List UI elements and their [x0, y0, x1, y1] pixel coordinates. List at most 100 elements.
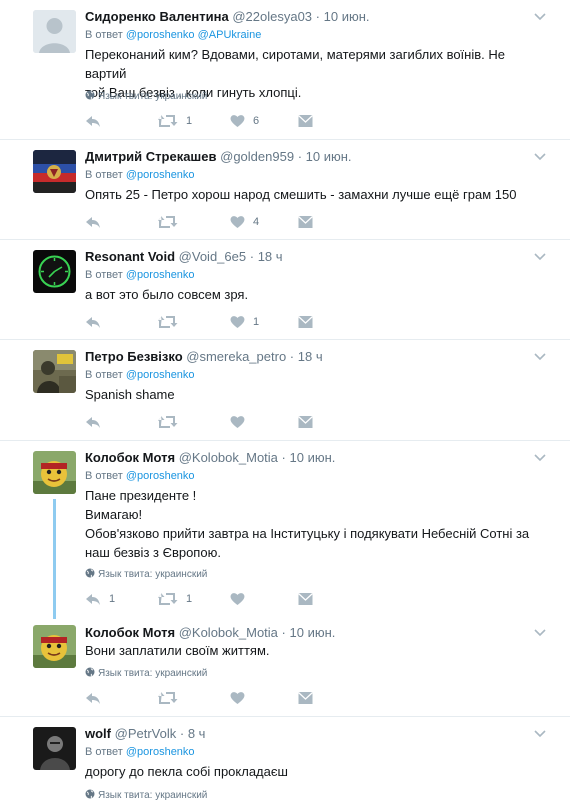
author-name[interactable]: Сидоренко Валентина	[85, 9, 229, 24]
author-name[interactable]: Колобок Мотя	[85, 625, 175, 640]
tweet-timestamp[interactable]: 8 ч	[188, 726, 206, 741]
retweet-button[interactable]	[158, 312, 186, 332]
reply-button[interactable]: 1	[85, 589, 115, 609]
tweet-actions: 1 6	[85, 111, 385, 131]
avatar[interactable]	[33, 150, 76, 193]
direct-message-button[interactable]	[298, 111, 313, 131]
tweet-header: Сидоренко Валентина @22olesya03 · 10 июн…	[85, 9, 370, 24]
mention-link[interactable]: @poroshenko	[126, 369, 195, 381]
tweet-header: Петро Безвізко @smereka_petro · 18 ч	[85, 349, 323, 364]
author-handle[interactable]: @22olesya03	[232, 9, 312, 24]
like-button[interactable]	[230, 412, 253, 432]
tweet-timestamp[interactable]: 10 июн.	[290, 625, 336, 640]
tweet[interactable]: Колобок Мотя @Kolobok_Motia · 10 июн. Во…	[0, 615, 570, 717]
tweet-text-line: Spanish shame	[85, 387, 175, 402]
chevron-down-icon[interactable]	[534, 730, 546, 738]
chevron-down-icon[interactable]	[534, 13, 546, 21]
author-handle[interactable]: @Kolobok_Motia	[179, 450, 278, 465]
author-name[interactable]: Resonant Void	[85, 249, 175, 264]
tweet[interactable]: Resonant Void @Void_6e5 · 18 ч В ответ @…	[0, 240, 570, 340]
reply-button[interactable]	[85, 688, 101, 708]
avatar[interactable]	[33, 727, 76, 770]
tweet[interactable]: Колобок Мотя @Kolobok_Motia · 10 июн. В …	[0, 441, 570, 619]
tweet-text: а вот это было совсем зря.	[85, 285, 535, 304]
direct-message-button[interactable]	[298, 589, 313, 609]
tweet-text: дорогу до пекла собі прокладаєш	[85, 762, 535, 781]
tweet[interactable]: Сидоренко Валентина @22olesya03 · 10 июн…	[0, 0, 570, 140]
chevron-down-icon[interactable]	[534, 353, 546, 361]
mention-link[interactable]: @poroshenko	[126, 29, 195, 41]
direct-message-button[interactable]	[298, 688, 313, 708]
tweet-text: Вони заплатили своїм життям.	[85, 641, 535, 660]
tweet[interactable]: wolf @PetrVolk · 8 ч В ответ @poroshenko…	[0, 717, 570, 805]
tweet[interactable]: Дмитрий Стрекашев @golden959 · 10 июн. В…	[0, 140, 570, 240]
author-name[interactable]: wolf	[85, 726, 111, 741]
retweet-icon	[158, 692, 178, 704]
chevron-down-icon[interactable]	[534, 629, 546, 637]
mention-link[interactable]: @poroshenko	[126, 470, 195, 482]
chevron-down-icon[interactable]	[534, 153, 546, 161]
like-button[interactable]: 4	[230, 212, 259, 232]
reply-prefix: В ответ	[85, 269, 123, 281]
avatar[interactable]	[33, 625, 76, 668]
direct-message-button[interactable]	[298, 312, 313, 332]
reply-icon	[86, 116, 100, 127]
direct-message-icon	[298, 416, 313, 428]
tweet-actions	[85, 688, 385, 708]
like-button[interactable]: 1	[230, 312, 259, 332]
chevron-down-icon[interactable]	[534, 454, 546, 462]
avatar[interactable]	[33, 250, 76, 293]
mention-link[interactable]: @APUkraine	[198, 29, 262, 41]
tweet[interactable]: Петро Безвізко @smereka_petro · 18 ч В о…	[0, 340, 570, 441]
like-button[interactable]	[230, 589, 253, 609]
avatar[interactable]	[33, 10, 76, 53]
language-label: Язык твита: украинский	[98, 569, 208, 580]
author-name[interactable]: Колобок Мотя	[85, 450, 175, 465]
avatar[interactable]	[33, 350, 76, 393]
tweet-actions	[85, 412, 385, 432]
reply-count: 1	[109, 593, 116, 605]
direct-message-button[interactable]	[298, 212, 313, 232]
retweet-button[interactable]	[158, 412, 186, 432]
heart-icon	[230, 692, 245, 704]
reply-icon	[86, 693, 100, 704]
tweet-timestamp[interactable]: 10 июн.	[290, 450, 336, 465]
author-handle[interactable]: @smereka_petro	[186, 349, 286, 364]
author-name[interactable]: Дмитрий Стрекашев	[85, 149, 217, 164]
retweet-button[interactable]: 1	[158, 111, 192, 131]
avatar[interactable]	[33, 451, 76, 494]
like-button[interactable]	[230, 688, 253, 708]
retweet-count: 1	[186, 593, 193, 605]
tweet-timestamp[interactable]: 18 ч	[258, 249, 283, 264]
author-handle[interactable]: @Kolobok_Motia	[179, 625, 278, 640]
mention-link[interactable]: @poroshenko	[126, 746, 195, 758]
tweet-timestamp[interactable]: 18 ч	[298, 349, 323, 364]
tweet-timestamp[interactable]: 10 июн.	[306, 149, 352, 164]
like-count: 1	[253, 316, 260, 328]
author-handle[interactable]: @Void_6e5	[179, 249, 246, 264]
reply-button[interactable]	[85, 111, 101, 131]
retweet-icon	[158, 416, 178, 428]
heart-icon	[230, 416, 245, 428]
chevron-down-icon[interactable]	[534, 253, 546, 261]
retweet-button[interactable]	[158, 212, 186, 232]
retweet-button[interactable]: 1	[158, 589, 192, 609]
reply-button[interactable]	[85, 212, 101, 232]
direct-message-button[interactable]	[298, 412, 313, 432]
tweet-timestamp[interactable]: 10 июн.	[324, 9, 370, 24]
like-button[interactable]: 6	[230, 111, 259, 131]
author-handle[interactable]: @PetrVolk	[115, 726, 177, 741]
retweet-button[interactable]	[158, 688, 186, 708]
reply-button[interactable]	[85, 312, 101, 332]
mention-link[interactable]: @poroshenko	[126, 169, 195, 181]
reply-button[interactable]	[85, 412, 101, 432]
author-handle[interactable]: @golden959	[220, 149, 294, 164]
tweet-text-line: наш безвіз з Європою.	[85, 545, 221, 560]
tweet-language: Язык твита: украинский	[85, 568, 207, 581]
tweet-text-line: дорогу до пекла собі прокладаєш	[85, 764, 288, 779]
language-label: Язык твита: украинский	[98, 91, 208, 102]
mention-link[interactable]: @poroshenko	[126, 269, 195, 281]
author-name[interactable]: Петро Безвізко	[85, 349, 183, 364]
direct-message-icon	[298, 593, 313, 605]
reply-to-line: В ответ @poroshenko	[85, 268, 195, 282]
